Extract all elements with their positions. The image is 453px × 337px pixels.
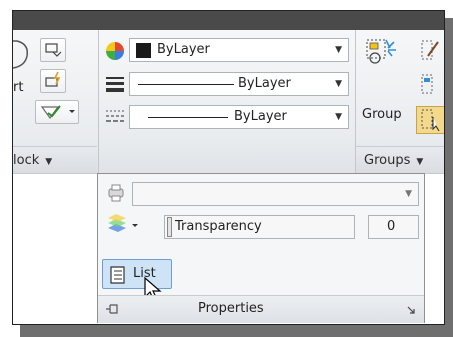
- lineweight-select[interactable]: ByLayer ▼: [129, 105, 349, 129]
- block-panel: rt lock ▼: [13, 30, 97, 173]
- chevron-down-icon: ▼: [335, 79, 342, 89]
- groups-panel-footer[interactable]: Groups ▼: [356, 146, 444, 173]
- color-select[interactable]: ByLayer ▼: [129, 38, 349, 62]
- ribbon: rt lock ▼ ByLayer ▼ ByLayer ▼ ByLayer ▼ …: [13, 30, 444, 174]
- properties-popup-title: Properties: [198, 301, 264, 316]
- color-wheel-icon[interactable]: [105, 41, 125, 61]
- slider-handle[interactable]: [167, 217, 172, 237]
- groups-panel-title: Groups: [364, 153, 411, 168]
- transparency-label: Transparency: [175, 219, 262, 234]
- groups-panel-title-wrap: Groups ▼: [364, 153, 423, 168]
- pin-icon[interactable]: [104, 302, 120, 316]
- transparency-value-field[interactable]: 0: [368, 215, 419, 239]
- block-panel-title: lock: [13, 153, 40, 168]
- transparency-icon[interactable]: [106, 214, 150, 238]
- chevron-down-icon: ▼: [416, 157, 424, 167]
- color-swatch: [136, 43, 151, 58]
- insert-label[interactable]: rt: [13, 80, 23, 95]
- create-block-button[interactable]: [40, 38, 66, 62]
- group-icon[interactable]: [364, 36, 398, 74]
- chevron-down-icon: ▼: [335, 112, 342, 122]
- chevron-down-icon: ▼: [335, 45, 342, 55]
- lineweight-value: ByLayer: [234, 109, 287, 124]
- properties-panel: ByLayer ▼ ByLayer ▼ ByLayer ▼: [99, 30, 355, 173]
- block-attributes-button[interactable]: [35, 100, 79, 124]
- groups-panel: Group Groups ▼: [356, 30, 444, 173]
- lineweight-icon: [105, 107, 125, 127]
- properties-panel-expanded-body: ▼ Transparency 0 List Properties: [98, 174, 424, 323]
- block-panel-footer[interactable]: lock ▼: [13, 146, 97, 173]
- block-panel-title-wrap: lock ▼: [13, 153, 52, 168]
- ungroup-icon[interactable]: [416, 38, 444, 64]
- linetype-select[interactable]: ByLayer ▼: [129, 72, 349, 96]
- chevron-down-icon: ▼: [405, 189, 412, 199]
- group-edit-icon[interactable]: [416, 72, 444, 98]
- lineweight-preview: [148, 117, 228, 118]
- screenshot: rt lock ▼ ByLayer ▼ ByLayer ▼ ByLayer ▼ …: [0, 0, 453, 337]
- properties-popup-footer: Properties: [98, 295, 424, 323]
- insert-icon[interactable]: [13, 36, 33, 72]
- plot-style-icon: [106, 183, 126, 203]
- transparency-value: 0: [387, 219, 396, 234]
- title-bar: [13, 11, 444, 30]
- transparency-slider[interactable]: Transparency: [164, 215, 355, 239]
- edit-block-button[interactable]: [40, 69, 66, 93]
- list-icon: [107, 264, 129, 286]
- linetype-icon: [105, 74, 125, 94]
- group-label[interactable]: Group: [362, 107, 402, 122]
- color-value: ByLayer: [157, 42, 210, 57]
- chevron-down-icon: ▼: [45, 157, 53, 167]
- linetype-preview: [138, 84, 234, 85]
- dialog-launcher-icon[interactable]: [406, 305, 416, 315]
- properties-panel-expanded: ▼ Transparency 0 List Properties: [97, 173, 425, 323]
- group-selection-icon[interactable]: [416, 106, 444, 134]
- linetype-value: ByLayer: [238, 76, 291, 91]
- plot-style-select[interactable]: ▼: [132, 182, 419, 206]
